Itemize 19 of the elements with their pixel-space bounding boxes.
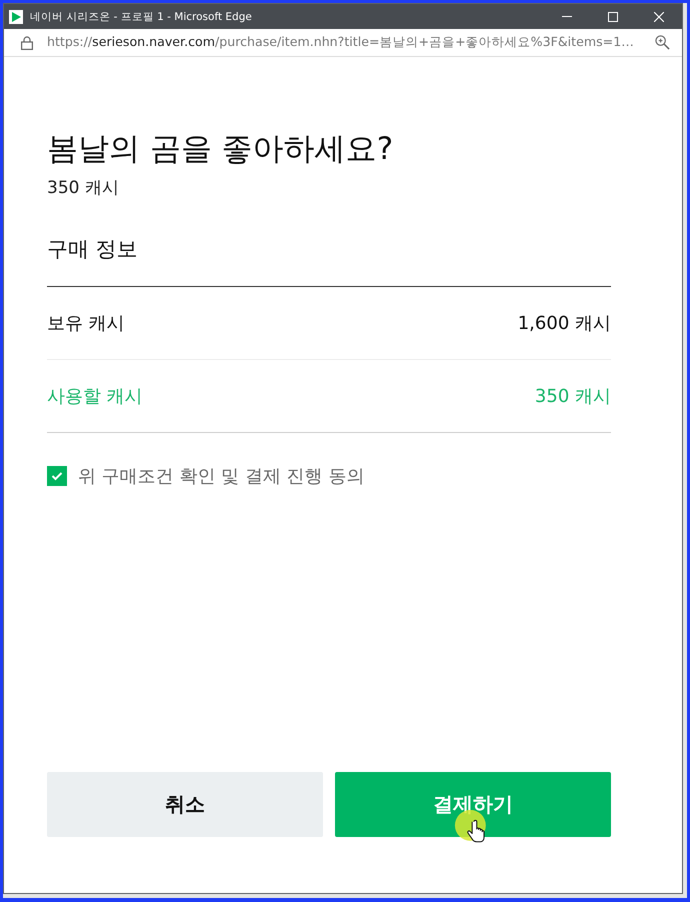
close-icon bbox=[654, 12, 664, 22]
minimize-icon bbox=[562, 16, 572, 17]
agreement-label[interactable]: 위 구매조건 확인 및 결제 진행 동의 bbox=[78, 464, 364, 488]
cancel-button[interactable]: 취소 bbox=[47, 772, 323, 837]
row-value: 1,600 캐시 bbox=[518, 312, 611, 335]
row-label: 사용할 캐시 bbox=[47, 385, 143, 408]
check-icon bbox=[51, 471, 63, 481]
window-title: 네이버 시리즈온 - 프로필 1 - Microsoft Edge bbox=[30, 10, 252, 24]
row-value: 350 캐시 bbox=[534, 385, 611, 408]
section-title: 구매 정보 bbox=[47, 236, 611, 287]
row-label: 보유 캐시 bbox=[47, 312, 125, 335]
agreement-checkbox[interactable] bbox=[47, 466, 67, 486]
app-icon bbox=[9, 10, 23, 24]
zoom-icon[interactable] bbox=[655, 35, 670, 50]
maximize-icon bbox=[608, 12, 618, 22]
url-text: https://serieson.naver.com/purchase/item.nhn?title=봄날의+곰을+좋아하세요%3F&items=1… bbox=[47, 34, 634, 51]
product-title: 봄날의 곰을 좋아하세요? bbox=[47, 131, 394, 167]
lock-icon bbox=[21, 36, 33, 50]
product-price: 350 캐시 bbox=[47, 177, 120, 200]
